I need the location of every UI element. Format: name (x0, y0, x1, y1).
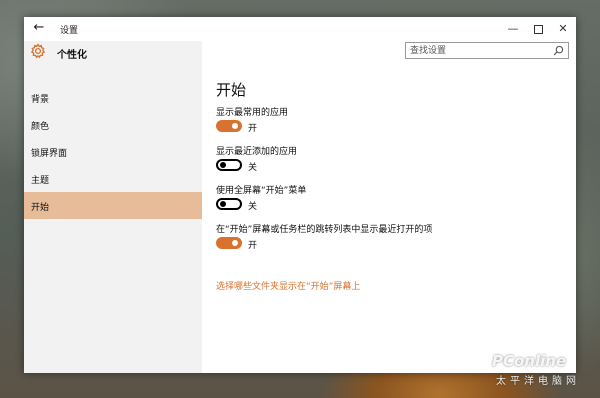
toggle-state-label: 开 (248, 241, 258, 251)
nav-list: 背景 颜色 锁屏界面 主题 开始 (24, 84, 202, 219)
toggle-knob (232, 123, 238, 129)
choose-folders-link[interactable]: 选择哪些文件夹显示在“开始”屏幕上 (216, 279, 360, 292)
setting-label: 显示最常用的应用 (216, 108, 289, 118)
pconline-watermark: PConline 太平洋电脑网 (492, 352, 592, 392)
sidebar-item-label: 颜色 (31, 122, 50, 132)
toggle-switch[interactable] (216, 198, 242, 210)
back-arrow-icon[interactable]: ← (32, 21, 46, 35)
toggle-state-label: 关 (248, 202, 258, 212)
toggle-state-label: 开 (248, 124, 258, 134)
close-icon[interactable]: ✕ (553, 20, 573, 38)
sidebar-item-start[interactable]: 开始 (24, 192, 202, 219)
page-title: 开始 (216, 81, 247, 99)
toggle-knob (220, 201, 226, 207)
setting-label: 显示最近添加的应用 (216, 147, 298, 157)
search-box[interactable] (405, 42, 569, 59)
title-bar: ← 设置 — ✕ (24, 17, 576, 41)
sidebar-item-themes[interactable]: 主题 (24, 165, 202, 192)
setting-fullscreen-start: 使用全屏幕“开始”菜单 关 (216, 183, 556, 219)
sidebar-item-label: 背景 (31, 95, 50, 105)
section-title: 个性化 (57, 50, 87, 61)
gear-icon (30, 43, 46, 59)
toggle-switch[interactable] (216, 237, 242, 249)
setting-most-used-apps: 显示最常用的应用 开 (216, 105, 556, 141)
setting-label: 在“开始”屏幕或任务栏的跳转列表中显示最近打开的项 (216, 225, 433, 235)
sidebar-item-colors[interactable]: 颜色 (24, 111, 202, 138)
sidebar-item-label: 主题 (31, 176, 50, 186)
toggle-switch[interactable] (216, 159, 242, 171)
main-content: 开始 显示最常用的应用 开 显示最近添加的应用 关 使用全屏幕“开始”菜单 关 … (202, 41, 576, 373)
sidebar-item-background[interactable]: 背景 (24, 84, 202, 111)
setting-jump-lists-recent: 在“开始”屏幕或任务栏的跳转列表中显示最近打开的项 开 (216, 222, 556, 258)
search-icon[interactable] (553, 45, 564, 56)
watermark-subtitle: 太平洋电脑网 (496, 376, 580, 387)
search-input[interactable] (410, 43, 546, 58)
settings-window: ← 设置 — ✕ 背景 颜色 锁屏界面 主题 开始 开始 显示最常用的应用 开 … (24, 17, 576, 373)
setting-label: 使用全屏幕“开始”菜单 (216, 186, 307, 196)
section-header: 个性化 (24, 41, 576, 67)
sidebar-item-label: 锁屏界面 (31, 149, 68, 159)
watermark-logo: PConline (492, 352, 567, 370)
maximize-icon[interactable] (528, 20, 548, 38)
setting-recently-added-apps: 显示最近添加的应用 关 (216, 144, 556, 180)
toggle-knob (232, 240, 238, 246)
minimize-icon[interactable]: — (503, 20, 523, 38)
sidebar-item-lock-screen[interactable]: 锁屏界面 (24, 138, 202, 165)
window-title: 设置 (60, 26, 79, 36)
sidebar-item-label: 开始 (31, 203, 50, 213)
toggle-state-label: 关 (248, 163, 258, 173)
toggle-switch[interactable] (216, 120, 242, 132)
sidebar: 背景 颜色 锁屏界面 主题 开始 (24, 41, 202, 373)
toggle-knob (220, 162, 226, 168)
